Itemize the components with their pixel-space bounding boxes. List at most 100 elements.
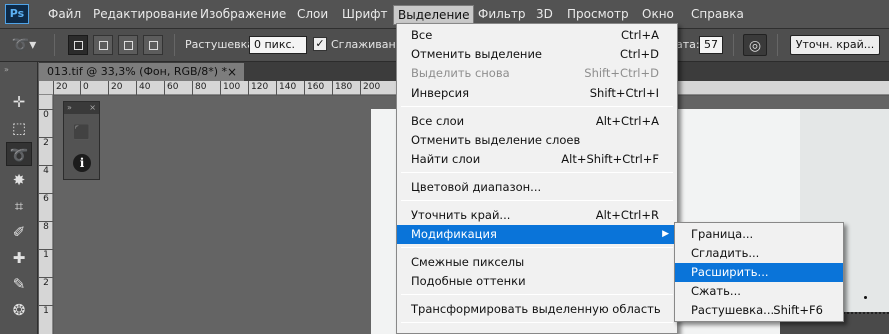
refine-edge-button[interactable]: Уточн. край... [790, 35, 880, 55]
eyedropper-tool-icon[interactable]: ✐ [6, 220, 32, 244]
stamp-tool-icon[interactable]: ❂ [6, 298, 32, 322]
menu-separator [401, 247, 673, 248]
menu-item-label: Инверсия [411, 86, 469, 100]
new-selection-button[interactable] [68, 35, 88, 55]
ruler-label: 4 [39, 165, 53, 176]
brush-tool-icon[interactable]: ✎ [6, 272, 32, 296]
menu-filter[interactable]: Фильтр [474, 6, 529, 24]
menu-item-shortcut: Ctrl+A [621, 28, 659, 42]
select-menu-dropdown: Все Ctrl+A Отменить выделение Ctrl+D Выд… [396, 23, 678, 334]
menu-item-reselect: Выделить снова Shift+Ctrl+D [397, 64, 677, 83]
options-divider [174, 34, 175, 56]
menu-item-all-layers[interactable]: Все слои Alt+Ctrl+A [397, 112, 677, 131]
menu-item-similar[interactable]: Подобные оттенки [397, 272, 677, 291]
move-tool-icon[interactable]: ✛ [6, 90, 32, 114]
ruler-label: 140 [276, 81, 296, 95]
menu-item-grow[interactable]: Смежные пикселы [397, 253, 677, 272]
submenu-item-label: Граница... [691, 227, 754, 241]
menu-item-label: Отменить выделение слоев [411, 133, 581, 147]
menu-item-label: Цветовой диапазон... [411, 180, 542, 194]
menu-item-shortcut: Alt+Shift+Ctrl+F [561, 152, 659, 166]
submenu-item-label: Расширить... [691, 265, 769, 279]
options-divider [54, 34, 55, 56]
submenu-item-border[interactable]: Граница... [675, 225, 843, 244]
ruler-label: 60 [164, 81, 178, 95]
menu-item-refine-edge[interactable]: Уточнить край... Alt+Ctrl+R [397, 206, 677, 225]
menu-item-find-layers[interactable]: Найти слои Alt+Shift+Ctrl+F [397, 150, 677, 169]
menu-view[interactable]: Просмотр [563, 6, 633, 24]
submenu-item-label: Сгладить... [691, 246, 760, 260]
menu-separator [401, 172, 673, 173]
menu-item-label: Все [411, 28, 433, 42]
menu-item-color-range[interactable]: Цветовой диапазон... [397, 178, 677, 197]
close-icon[interactable]: × [227, 63, 237, 81]
ruler-label: 8 [39, 221, 53, 232]
menu-item-inverse[interactable]: Инверсия Shift+Ctrl+I [397, 84, 677, 103]
menu-item-shortcut: Shift+Ctrl+D [584, 66, 659, 80]
menu-image[interactable]: Изображение [196, 6, 290, 24]
menu-item-label: Выделить снова [411, 66, 510, 80]
submenu-item-smooth[interactable]: Сгладить... [675, 244, 843, 263]
ruler-label: 0 [80, 81, 89, 95]
feather-input[interactable]: 0 пикс. [249, 36, 307, 54]
antialias-checkbox[interactable]: ✓ [313, 37, 327, 51]
options-divider [777, 34, 778, 56]
tablet-pressure-icon[interactable]: ◎ [743, 34, 767, 56]
menu-item-shortcut: Shift+Ctrl+I [589, 86, 659, 100]
menu-help[interactable]: Справка [687, 6, 748, 24]
info-icon[interactable]: i [73, 154, 91, 172]
lasso-preset-icon[interactable]: ➰▾ [6, 34, 42, 56]
modify-submenu: Граница... Сгладить... Расширить... Сжат… [674, 222, 844, 322]
contrast-input[interactable]: 57 [699, 36, 723, 54]
toolbox-collapse-icon[interactable]: » [4, 65, 9, 74]
marquee-tool-icon[interactable]: ⬚ [6, 116, 32, 140]
submenu-item-label: Растушевка... [691, 303, 775, 317]
crop-tool-icon[interactable]: ⌗ [6, 194, 32, 218]
menu-item-label: Найти слои [411, 152, 481, 166]
menu-item-all[interactable]: Все Ctrl+A [397, 26, 677, 45]
healing-tool-icon[interactable]: ✚ [6, 246, 32, 270]
ruler-label: 20 [53, 81, 67, 95]
menu-file[interactable]: Файл [44, 6, 85, 24]
submenu-item-expand[interactable]: Расширить... [675, 263, 843, 282]
ruler-label: 200 [360, 81, 380, 95]
ruler-label: 2 [39, 277, 53, 288]
ruler-label: 80 [192, 81, 206, 95]
ruler-label: 180 [332, 81, 352, 95]
menu-3d[interactable]: 3D [532, 6, 557, 24]
document-tab[interactable]: 013.tif @ 33,3% (Фон, RGB/8*) * × [39, 63, 244, 81]
subtract-selection-button[interactable] [118, 35, 138, 55]
submenu-arrow-icon: ▶ [662, 229, 669, 239]
collapsed-panel: » × ⬛ i [63, 101, 100, 180]
menu-item-transform-selection[interactable]: Трансформировать выделенную область [397, 300, 677, 319]
menu-item-shortcut: Ctrl+D [620, 47, 659, 61]
magic-wand-tool-icon[interactable]: ✸ [6, 168, 32, 192]
panel-header[interactable]: » × [64, 102, 99, 114]
menu-type[interactable]: Шрифт [338, 6, 392, 24]
submenu-item-contract[interactable]: Сжать... [675, 282, 843, 301]
toolbox: » ✛ ⬚ ➰ ✸ ⌗ ✐ ✚ ✎ ❂ [0, 62, 38, 334]
lasso-tool-icon[interactable]: ➰ [6, 142, 32, 166]
panel-close-icon[interactable]: × [89, 102, 96, 113]
panel-collapse-icon[interactable]: » [67, 103, 72, 112]
ruler-label: 1 [39, 305, 53, 316]
document-tab-title: 013.tif @ 33,3% (Фон, RGB/8*) * [47, 65, 228, 78]
menu-window[interactable]: Окно [638, 6, 678, 24]
ruler-label: 6 [39, 193, 53, 204]
options-divider [733, 34, 734, 56]
photoshop-logo: Ps [5, 4, 29, 24]
ruler-label: 40 [136, 81, 150, 95]
menu-layers[interactable]: Слои [293, 6, 332, 24]
menu-select[interactable]: Выделение [393, 5, 475, 25]
add-selection-button[interactable] [93, 35, 113, 55]
submenu-item-feather[interactable]: Растушевка... Shift+F6 [675, 301, 843, 320]
menu-item-label: Отменить выделение [411, 47, 543, 61]
cube-icon[interactable]: ⬛ [73, 124, 91, 142]
menu-item-modify[interactable]: Модификация ▶ [397, 225, 677, 244]
menu-item-deselect[interactable]: Отменить выделение Ctrl+D [397, 45, 677, 64]
menu-edit[interactable]: Редактирование [89, 6, 202, 24]
menu-item-deselect-layers[interactable]: Отменить выделение слоев [397, 131, 677, 150]
contrast-label: ата: [676, 38, 700, 51]
menu-item-label: Трансформировать выделенную область [411, 302, 661, 316]
intersect-selection-button[interactable] [143, 35, 163, 55]
